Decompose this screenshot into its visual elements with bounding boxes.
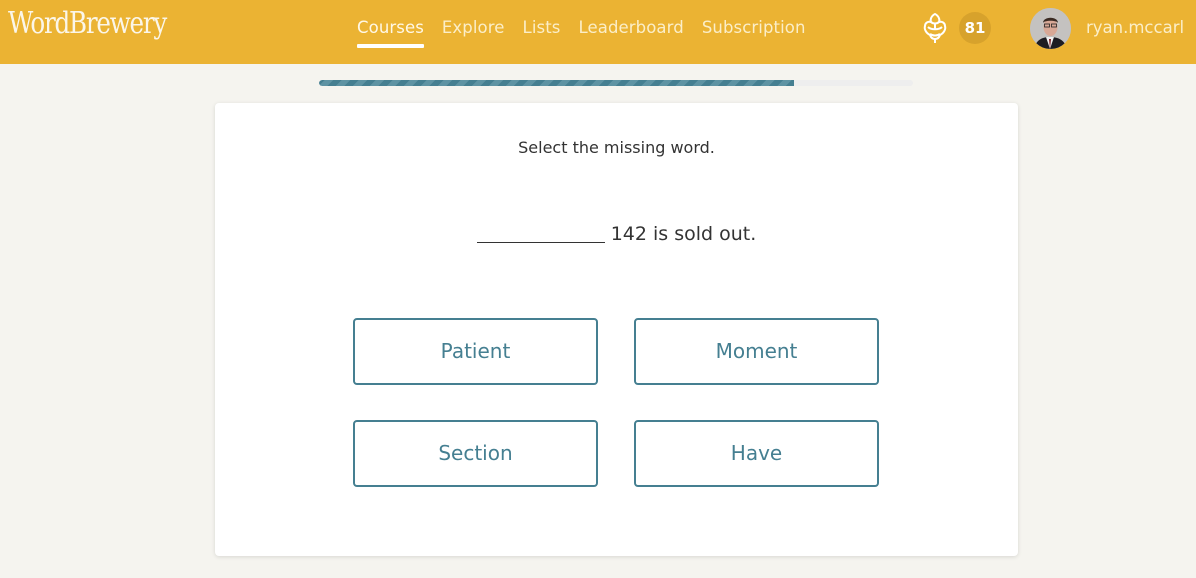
choice-button-section[interactable]: Section [353,420,598,487]
nav-lists[interactable]: Lists [523,0,561,64]
points-badge: 81 [959,12,991,44]
wordbrewery-logo[interactable]: WordBrewery [8,6,167,41]
quiz-progress-bar [319,80,913,86]
quiz-sentence: 142 is sold out. [215,223,1018,245]
username-link[interactable]: ryan.mccarl [1086,18,1184,37]
nav-explore[interactable]: Explore [442,0,505,64]
nav-subscription[interactable]: Subscription [702,0,806,64]
missing-word-blank [476,223,605,243]
nav-leaderboard[interactable]: Leaderboard [578,0,683,64]
quiz-card: Select the missing word. 142 is sold out… [215,103,1018,556]
choice-button-have[interactable]: Have [634,420,879,487]
quiz-progress-fill [319,80,795,86]
main-nav: Courses Explore Lists Leaderboard Subscr… [357,0,824,64]
choice-button-patient[interactable]: Patient [353,318,598,385]
user-photo-icon [1030,8,1071,49]
top-navigation-bar: WordBrewery Courses Explore Lists Leader… [0,0,1196,64]
sentence-text: 142 is sold out. [610,223,757,245]
choice-button-moment[interactable]: Moment [634,318,879,385]
hops-icon [923,13,947,43]
avatar[interactable] [1030,8,1071,49]
nav-courses[interactable]: Courses [357,0,424,64]
quiz-instruction: Select the missing word. [518,138,715,157]
